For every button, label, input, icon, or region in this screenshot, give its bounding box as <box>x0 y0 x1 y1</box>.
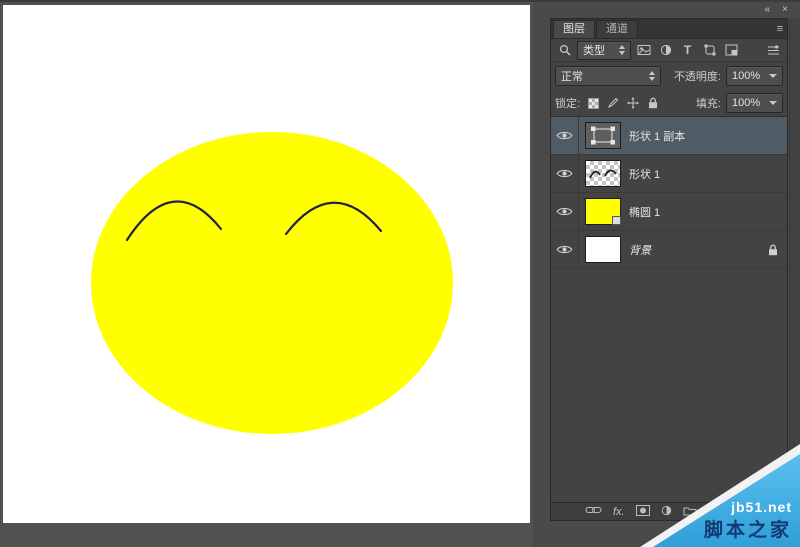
filter-toggle-icon[interactable] <box>764 42 783 59</box>
layer-name[interactable]: 形状 1 副本 <box>629 128 685 144</box>
visibility-toggle[interactable] <box>551 193 579 230</box>
tab-channels[interactable]: 通道 <box>596 20 638 38</box>
tab-layers[interactable]: 图层 <box>553 20 595 38</box>
yellow-ellipse <box>91 132 453 434</box>
dock-header: « × <box>533 2 800 18</box>
layer-thumbnail[interactable] <box>585 236 621 263</box>
eye-icon <box>556 168 573 179</box>
fill-value: 100% <box>732 97 760 109</box>
watermark-site-name: 脚本之家 <box>704 515 792 542</box>
blend-mode-dropdown[interactable]: 正常 <box>555 66 661 86</box>
collapse-panels-icon[interactable]: « <box>765 5 771 15</box>
layer-row-shape1[interactable]: 形状 1 <box>551 155 787 193</box>
new-adjustment-layer-icon[interactable] <box>661 505 672 519</box>
link-layers-icon[interactable] <box>585 505 602 518</box>
search-icon <box>555 42 574 59</box>
filter-pixel-layers-icon[interactable] <box>634 42 653 59</box>
layer-name[interactable]: 椭圆 1 <box>629 204 660 220</box>
eye-icon <box>556 130 573 141</box>
panel-menu-icon[interactable]: ≡ <box>777 23 783 35</box>
vector-mask-badge <box>612 216 621 225</box>
lock-label: 锁定: <box>555 95 580 111</box>
layer-list: 形状 1 副本 形状 1 <box>551 117 787 502</box>
filter-shape-layers-icon[interactable] <box>700 42 719 59</box>
layer-row-background[interactable]: 背景 <box>551 231 787 269</box>
photoshop-window: « × 图层 通道 ≡ 类型 <box>0 0 800 547</box>
layer-thumbnail[interactable] <box>585 122 621 149</box>
right-dock: « × 图层 通道 ≡ 类型 <box>533 2 800 547</box>
opacity-dropdown[interactable]: 100% <box>726 66 783 86</box>
layers-panel: 图层 通道 ≡ 类型 T <box>550 18 788 521</box>
panel-tab-bar: 图层 通道 ≡ <box>551 19 787 39</box>
lock-icons <box>585 95 661 112</box>
layer-name[interactable]: 背景 <box>629 242 651 258</box>
layer-thumbnail[interactable] <box>585 198 621 225</box>
eye-icon <box>556 244 573 255</box>
filter-smart-objects-icon[interactable] <box>722 42 741 59</box>
layer-filter-row: 类型 T <box>551 39 787 62</box>
eye-icon <box>556 206 573 217</box>
opacity-label: 不透明度: <box>674 68 721 84</box>
blend-mode-row: 正常 不透明度: 100% <box>551 62 787 90</box>
canvas-artwork <box>3 5 530 523</box>
blend-mode-value: 正常 <box>561 68 583 84</box>
fill-label: 填充: <box>696 95 721 111</box>
filter-type-layers-icon[interactable]: T <box>678 42 697 59</box>
chevron-down-icon <box>769 74 777 78</box>
layer-thumbnail[interactable] <box>585 160 621 187</box>
lock-icon <box>768 244 778 259</box>
lock-all-icon[interactable] <box>645 95 661 112</box>
visibility-toggle[interactable] <box>551 231 579 268</box>
fill-dropdown[interactable]: 100% <box>726 93 783 113</box>
filter-type-dropdown[interactable]: 类型 <box>577 41 631 60</box>
layer-name[interactable]: 形状 1 <box>629 166 660 182</box>
close-icon[interactable]: × <box>782 5 788 15</box>
lock-row: 锁定: 填充: 100% <box>551 90 787 117</box>
filter-type-label: 类型 <box>583 42 605 58</box>
watermark-site-url: jb51.net <box>731 499 792 515</box>
visibility-toggle[interactable] <box>551 155 579 192</box>
layer-style-fx-icon[interactable]: fx. <box>613 506 625 518</box>
layer-row-shape1-copy[interactable]: 形状 1 副本 <box>551 117 787 155</box>
dropdown-arrows-icon <box>649 71 655 81</box>
layer-row-ellipse1[interactable]: 椭圆 1 <box>551 193 787 231</box>
opacity-value: 100% <box>732 70 760 82</box>
lock-position-move-icon[interactable] <box>625 95 641 112</box>
lock-transparency-icon[interactable] <box>585 95 601 112</box>
filter-adjustment-layers-icon[interactable] <box>656 42 675 59</box>
document-canvas[interactable] <box>3 5 530 523</box>
dropdown-arrows-icon <box>619 45 625 55</box>
visibility-toggle[interactable] <box>551 117 579 154</box>
add-layer-mask-icon[interactable] <box>636 505 650 519</box>
chevron-down-icon <box>769 101 777 105</box>
lock-pixels-brush-icon[interactable] <box>605 95 621 112</box>
